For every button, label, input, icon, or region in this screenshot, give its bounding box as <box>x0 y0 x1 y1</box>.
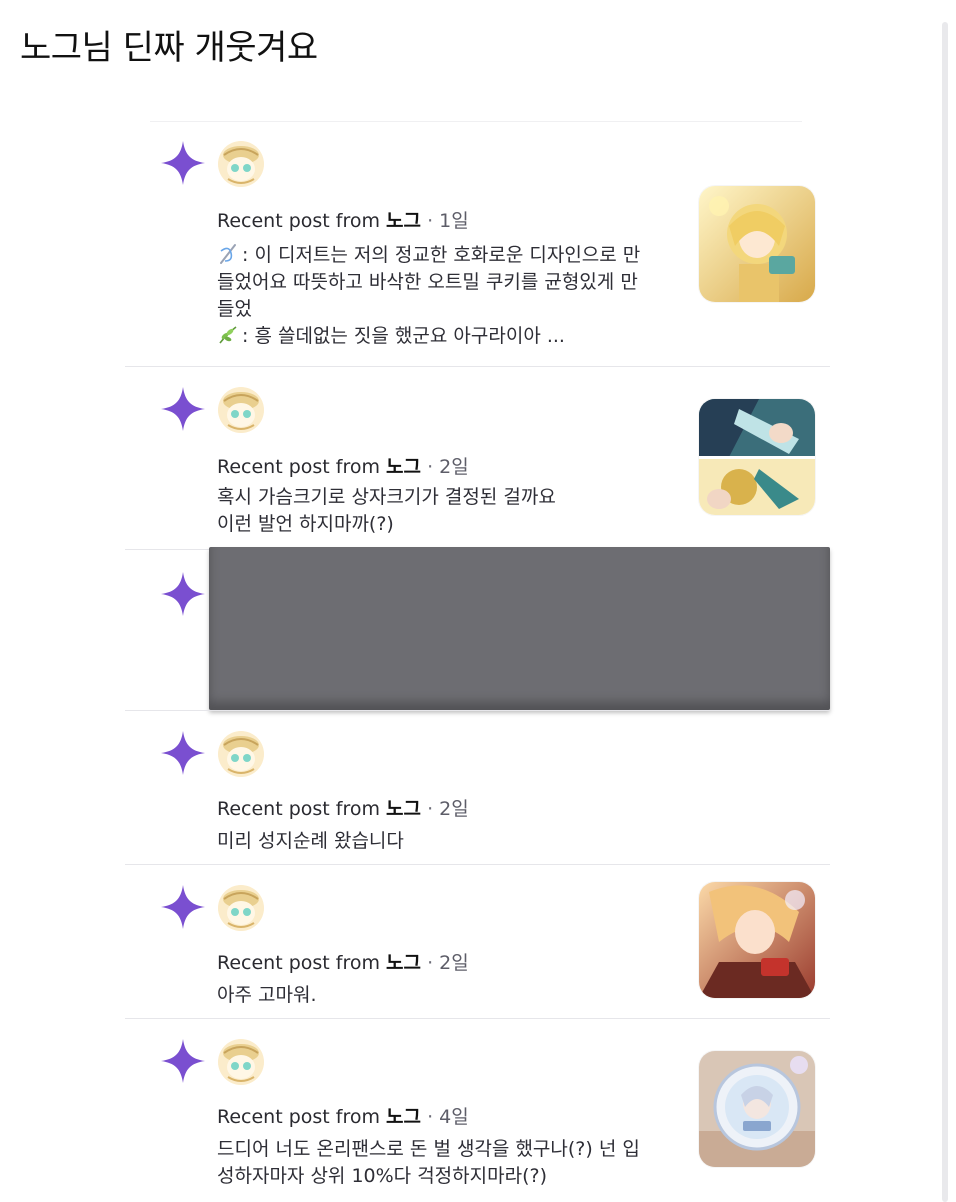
post-meta: Recent post from 노그 · 4일 <box>217 1102 469 1129</box>
feed-item[interactable]: Recent post from 노그 · 1일 : 이 디저트는 저의 정교한… <box>125 122 830 367</box>
author-name[interactable]: 노그 <box>386 798 421 820</box>
excerpt-line: 혹시 가슴크기로 상자크기가 결정된 걸까요 <box>217 486 556 508</box>
meta-separator: · <box>427 798 434 820</box>
post-thumbnail[interactable] <box>699 186 815 302</box>
sparkle-icon <box>161 731 205 775</box>
redaction-block <box>209 547 830 710</box>
excerpt-line: 미리 성지순례 왔습니다 <box>217 830 404 852</box>
sparkle-icon <box>161 885 205 929</box>
line-prefix: : <box>242 244 255 266</box>
post-age: 2일 <box>439 456 469 478</box>
post-meta: Recent post from 노그 · 2일 <box>217 452 469 479</box>
avatar[interactable] <box>218 731 264 777</box>
scrollbar[interactable] <box>942 22 948 1202</box>
post-thumbnail[interactable] <box>699 882 815 998</box>
line-prefix: : <box>242 325 255 347</box>
meta-separator: · <box>427 1106 434 1128</box>
post-meta: Recent post from 노그 · 2일 <box>217 948 469 975</box>
feed-item[interactable]: Recent post from 노그 · 2일 아주 고마워. <box>125 865 830 1019</box>
post-excerpt: 혹시 가슴크기로 상자크기가 결정된 걸까요 이런 발언 하지마까(?) <box>217 484 677 538</box>
herb-leaf-icon <box>219 326 237 344</box>
meta-prefix: Recent post from <box>217 798 380 820</box>
excerpt-line: 아주 고마워. <box>217 984 317 1006</box>
sparkle-icon <box>161 1039 205 1083</box>
needle-thread-icon <box>220 244 236 264</box>
meta-prefix: Recent post from <box>217 952 380 974</box>
meta-prefix: Recent post from <box>217 456 380 478</box>
meta-separator: · <box>427 952 434 974</box>
excerpt-line: 이런 발언 하지마까(?) <box>217 513 394 535</box>
post-age: 2일 <box>439 798 469 820</box>
post-age: 1일 <box>439 210 469 232</box>
page-title: 노그님 딘짜 개웃겨요 <box>20 28 318 68</box>
sparkle-icon <box>161 141 205 185</box>
meta-separator: · <box>427 456 434 478</box>
excerpt-line: 흥 쓸데없는 짓을 했군요 아구라이아 ... <box>254 325 565 347</box>
excerpt-line: 드디어 너도 온리팬스로 돈 벌 생각을 했구나(?) 넌 입 <box>217 1138 640 1160</box>
post-age: 4일 <box>439 1106 469 1128</box>
author-name[interactable]: 노그 <box>386 456 421 478</box>
sparkle-icon <box>161 572 205 616</box>
post-thumbnail[interactable] <box>699 1051 815 1167</box>
post-excerpt: 미리 성지순례 왔습니다 <box>217 828 677 855</box>
feed-item[interactable]: Recent post from 노그 · 4일 드디어 너도 온리팬스로 돈 … <box>125 1019 830 1200</box>
sparkle-icon <box>161 387 205 431</box>
meta-prefix: Recent post from <box>217 1106 380 1128</box>
author-name[interactable]: 노그 <box>386 210 421 232</box>
avatar[interactable] <box>218 1039 264 1085</box>
author-name[interactable]: 노그 <box>386 1106 421 1128</box>
post-excerpt: 아주 고마워. <box>217 982 677 1009</box>
meta-prefix: Recent post from <box>217 210 380 232</box>
excerpt-line: 들었 <box>217 298 252 320</box>
avatar[interactable] <box>218 141 264 187</box>
post-thumbnail[interactable] <box>699 399 815 515</box>
post-excerpt: 드디어 너도 온리팬스로 돈 벌 생각을 했구나(?) 넌 입 성하자마자 상위… <box>217 1136 677 1190</box>
excerpt-line: 이 디저트는 저의 정교한 호화로운 디자인으로 만 <box>254 244 641 266</box>
excerpt-line: 들었어요 따뜻하고 바삭한 오트밀 쿠키를 균형있게 만 <box>217 271 638 293</box>
post-excerpt: : 이 디저트는 저의 정교한 호화로운 디자인으로 만 들었어요 따뜻하고 바… <box>217 242 677 350</box>
post-meta: Recent post from 노그 · 2일 <box>217 794 469 821</box>
feed-item[interactable] <box>125 547 830 711</box>
author-name[interactable]: 노그 <box>386 952 421 974</box>
post-meta: Recent post from 노그 · 1일 <box>217 206 469 233</box>
feed-item[interactable]: Recent post from 노그 · 2일 미리 성지순례 왔습니다 <box>125 711 830 865</box>
avatar[interactable] <box>218 885 264 931</box>
excerpt-line: 성하자마자 상위 10%다 걱정하지마라(?) <box>217 1165 547 1187</box>
post-age: 2일 <box>439 952 469 974</box>
feed-item[interactable]: Recent post from 노그 · 2일 혹시 가슴크기로 상자크기가 … <box>125 367 830 550</box>
meta-separator: · <box>427 210 434 232</box>
avatar[interactable] <box>218 387 264 433</box>
